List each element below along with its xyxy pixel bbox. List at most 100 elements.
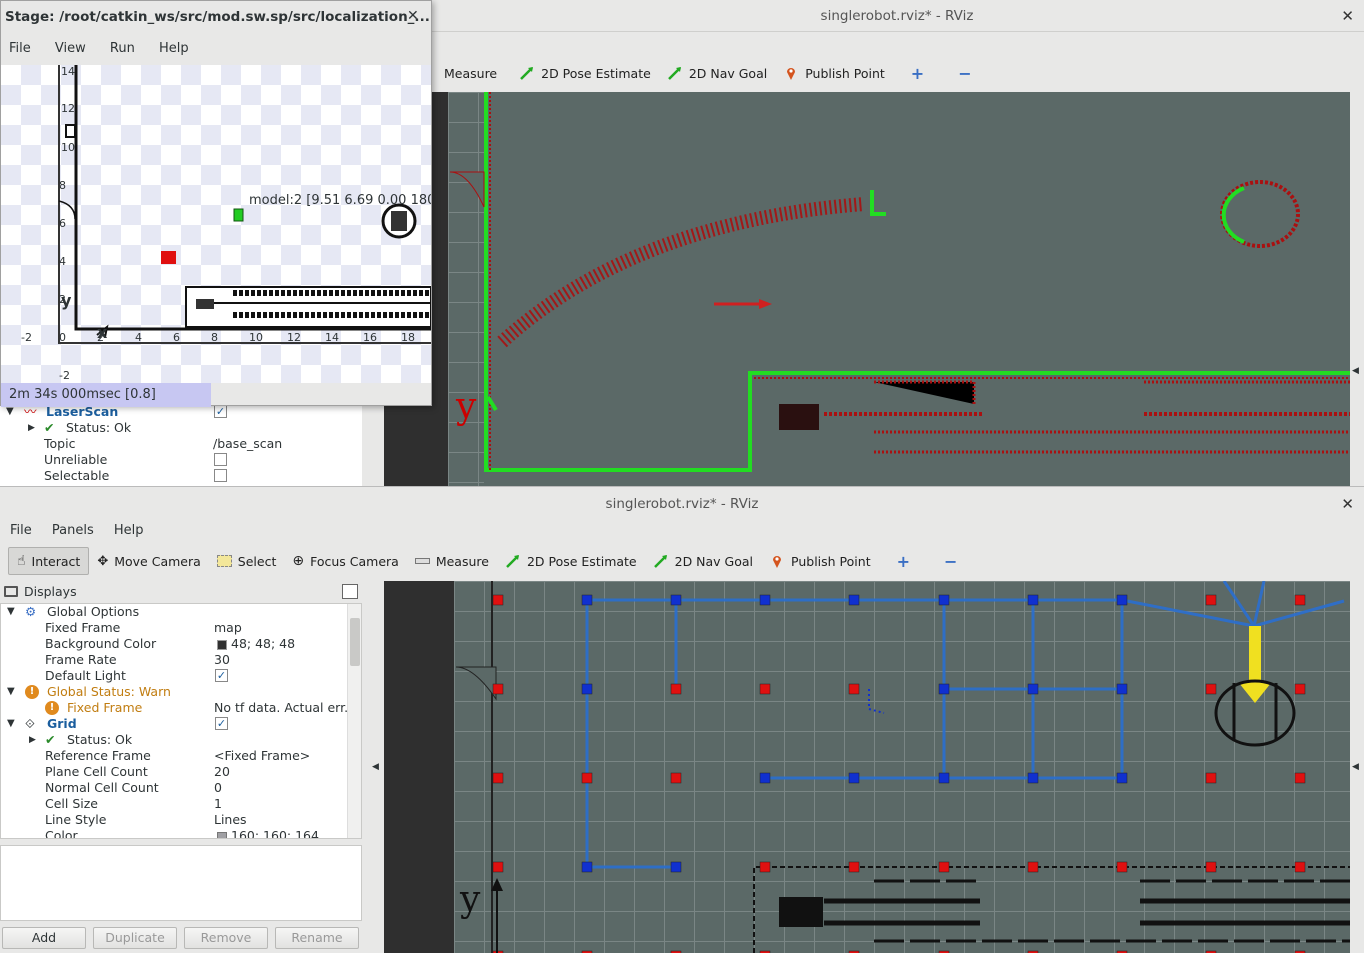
tool-publish-point[interactable]: Publish Point: [761, 547, 879, 575]
tree-scrollbar[interactable]: [347, 604, 361, 838]
tree-row-grid[interactable]: ▼ ⟐ Grid ✓: [1, 716, 361, 732]
pose-arrow-icon: [520, 67, 534, 80]
top-3d-view[interactable]: y L: [384, 92, 1350, 486]
roadmap-node-red: [1294, 594, 1306, 606]
plus-icon[interactable]: +: [911, 64, 924, 83]
x-tick: 18: [401, 331, 415, 344]
tree-value[interactable]: 0: [214, 780, 222, 796]
tree-row-unreliable[interactable]: Unreliable: [0, 452, 360, 468]
tree-row-fixed-frame[interactable]: Fixed Frame map: [1, 620, 361, 636]
menu-file[interactable]: File: [9, 41, 31, 56]
bottom-rviz-window: singlerobot.rviz* - RViz ✕ File Panels H…: [0, 486, 1364, 953]
tree-row-line-style[interactable]: Line Style Lines: [1, 812, 361, 828]
tree-row-topic[interactable]: Topic /base_scan: [0, 436, 360, 452]
tree-value[interactable]: map: [214, 620, 242, 636]
default-light-checkbox[interactable]: ✓: [215, 669, 228, 682]
tree-value[interactable]: 30: [214, 652, 230, 668]
tool-2d-nav-goal[interactable]: 2D Nav Goal: [659, 59, 775, 87]
axis-x-label: x: [97, 323, 108, 342]
expand-arrow-icon[interactable]: ▼: [7, 604, 15, 620]
tree-row-reference-frame[interactable]: Reference Frame <Fixed Frame>: [1, 748, 361, 764]
add-button[interactable]: Add: [2, 927, 86, 949]
grid-enable-checkbox[interactable]: ✓: [215, 717, 228, 730]
unreliable-checkbox[interactable]: [214, 453, 227, 466]
tool-measure[interactable]: Measure: [407, 547, 497, 575]
menu-run[interactable]: Run: [110, 41, 135, 56]
tree-value[interactable]: /base_scan: [213, 436, 282, 452]
tree-row-global-options[interactable]: ▼ ⚙ Global Options: [1, 604, 361, 620]
tool-focus-camera[interactable]: ⊕ Focus Camera: [284, 547, 406, 575]
tree-row-plane-cell-count[interactable]: Plane Cell Count 20: [1, 764, 361, 780]
roadmap-node-blue: [938, 772, 950, 784]
bottom-3d-view[interactable]: y: [384, 581, 1350, 953]
tree-row-status[interactable]: ▶ ✔ Status: Ok: [0, 420, 360, 436]
tool-label: 2D Pose Estimate: [526, 553, 637, 569]
menu-help[interactable]: Help: [114, 523, 144, 538]
tree-value[interactable]: 1: [214, 796, 222, 812]
close-icon[interactable]: ✕: [407, 8, 419, 24]
enable-checkbox[interactable]: ✓: [214, 405, 227, 418]
collapse-right-icon[interactable]: ◀: [1352, 366, 1359, 376]
tree-row-selectable[interactable]: Selectable: [0, 468, 360, 484]
stage-window: Stage: /root/catkin_ws/src/mod.sw.sp/src…: [0, 0, 432, 407]
tool-measure[interactable]: Measure: [430, 59, 505, 87]
roadmap-node-red: [1205, 594, 1217, 606]
scrollbar-thumb[interactable]: [350, 618, 360, 666]
tool-publish-point[interactable]: Publish Point: [775, 59, 893, 87]
roadmap-nodes: [492, 594, 1306, 953]
minus-icon[interactable]: −: [958, 64, 971, 83]
rename-button[interactable]: Rename: [275, 927, 359, 949]
float-panel-button[interactable]: [342, 584, 358, 599]
expand-arrow-icon[interactable]: ▶: [28, 420, 35, 436]
minus-icon[interactable]: −: [944, 552, 957, 571]
selectable-checkbox[interactable]: [214, 469, 227, 482]
y-neg-tick: -2: [59, 369, 70, 382]
tree-row-color[interactable]: Color 160; 160; 164: [1, 828, 361, 838]
collapse-right-icon[interactable]: ◀: [1352, 762, 1359, 772]
menu-help[interactable]: Help: [159, 41, 189, 56]
expand-arrow-icon[interactable]: ▶: [29, 732, 36, 748]
tool-interact[interactable]: ☝ Interact: [8, 547, 90, 575]
menu-panels[interactable]: Panels: [52, 523, 94, 538]
tree-value[interactable]: 20: [214, 764, 230, 780]
tool-label: 2D Nav Goal: [688, 65, 768, 81]
tree-value[interactable]: 160; 160; 164: [231, 828, 319, 838]
tool-move-camera[interactable]: ✥ Move Camera: [89, 547, 208, 575]
tree-value[interactable]: 48; 48; 48: [231, 636, 295, 652]
tree-label: Global Status: Warn: [47, 684, 171, 699]
tree-row-cell-size[interactable]: Cell Size 1: [1, 796, 361, 812]
tree-row-global-status[interactable]: ▼ ! Global Status: Warn: [1, 684, 361, 700]
tree-row-grid-status[interactable]: ▶ ✔ Status: Ok: [1, 732, 361, 748]
tool-2d-pose-estimate[interactable]: 2D Pose Estimate: [511, 59, 659, 87]
expand-arrow-icon[interactable]: ▼: [7, 716, 15, 732]
measure-icon: [414, 558, 430, 564]
tree-row-normal-cell-count[interactable]: Normal Cell Count 0: [1, 780, 361, 796]
tree-value[interactable]: Lines: [214, 812, 247, 828]
roadmap-node-blue: [759, 772, 771, 784]
displays-tree: ▼ ⚙ Global Options Fixed Frame map Backg…: [0, 603, 362, 839]
tool-select[interactable]: Select: [209, 547, 285, 575]
y-tick: 10: [61, 141, 75, 154]
tree-row-background-color[interactable]: Background Color 48; 48; 48: [1, 636, 361, 652]
bottom-toolbar: ☝ Interact ✥ Move Camera Select ⊕ Focus …: [8, 546, 1364, 576]
collapse-left-icon[interactable]: ◀: [372, 762, 379, 772]
tool-2d-pose-estimate[interactable]: 2D Pose Estimate: [497, 547, 645, 575]
tree-value[interactable]: <Fixed Frame>: [214, 748, 310, 764]
close-icon[interactable]: ✕: [1341, 487, 1354, 521]
color-swatch: [217, 640, 227, 650]
tree-row-frame-rate[interactable]: Frame Rate 30: [1, 652, 361, 668]
tree-row-fixed-frame-warn[interactable]: ! Fixed Frame No tf data. Actual err.: [1, 700, 361, 716]
tool-2d-nav-goal[interactable]: 2D Nav Goal: [645, 547, 761, 575]
plus-icon[interactable]: +: [897, 552, 910, 571]
menu-file[interactable]: File: [10, 523, 32, 538]
duplicate-button[interactable]: Duplicate: [93, 927, 177, 949]
stage-canvas[interactable]: 14 12 10 8 6 4 2 -2 0 2 4 6 8 10 12 14 1…: [1, 65, 431, 383]
close-icon[interactable]: ✕: [1341, 0, 1354, 32]
roadmap-node-blue: [1027, 683, 1039, 695]
tree-label: Global Options: [47, 604, 140, 619]
remove-button[interactable]: Remove: [184, 927, 268, 949]
menu-view[interactable]: View: [55, 41, 86, 56]
tree-row-default-light[interactable]: Default Light ✓: [1, 668, 361, 684]
roadmap-node-red: [1027, 861, 1039, 873]
expand-arrow-icon[interactable]: ▼: [7, 684, 15, 700]
